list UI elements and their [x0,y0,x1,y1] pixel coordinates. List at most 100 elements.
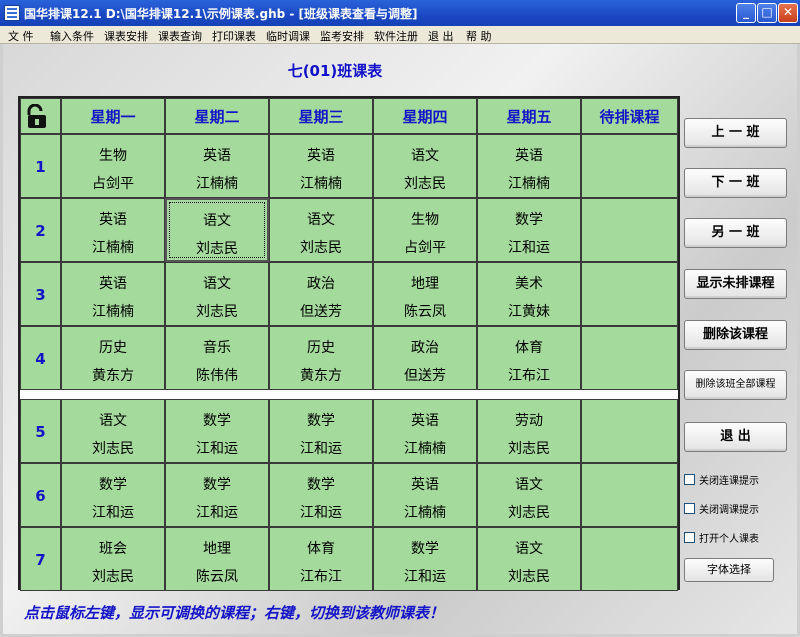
lesson-cell[interactable]: 数学 江和运 [61,463,165,527]
lesson-teacher: 江和运 [300,441,342,457]
lesson-cell[interactable]: 音乐 陈伟伟 [165,326,269,390]
lesson-cell[interactable]: 英语 江楠楠 [269,134,373,198]
lesson-cell[interactable]: 数学 江和运 [373,527,477,591]
lesson-cell[interactable]: 劳动 刘志民 [477,399,581,463]
lesson-teacher: 陈伟伟 [196,368,238,384]
lesson-cell[interactable]: 数学 江和运 [269,463,373,527]
lesson-cell[interactable]: 政治 但送芳 [269,262,373,326]
lesson-cell[interactable]: 语文 刘志民 [269,198,373,262]
lesson-cell[interactable]: 历史 黄东方 [269,326,373,390]
font-select-button[interactable]: 字体选择 [684,558,774,582]
pending-course-cell[interactable] [581,463,678,527]
lesson-cell[interactable]: 历史 黄东方 [61,326,165,390]
lesson-teacher: 刘志民 [508,441,550,457]
lesson-subject: 地理 [203,541,231,557]
lesson-cell[interactable]: 地理 陈云凤 [165,527,269,591]
lesson-subject: 体育 [515,340,543,356]
lesson-cell[interactable]: 生物 占剑平 [61,134,165,198]
lesson-cell[interactable]: 生物 占剑平 [373,198,477,262]
lesson-cell[interactable]: 语文 刘志民 [477,463,581,527]
day-header: 星期一 [61,98,165,134]
delete-course-button[interactable]: 删除该课程 [684,320,787,350]
lesson-teacher: 江楠楠 [92,240,134,256]
day-header: 星期三 [269,98,373,134]
lesson-cell[interactable]: 英语 江楠楠 [373,399,477,463]
lesson-teacher: 江和运 [196,441,238,457]
lesson-cell[interactable]: 语文 刘志民 [165,262,269,326]
day-header: 待排课程 [581,98,678,134]
lesson-subject: 英语 [99,212,127,228]
lesson-teacher: 刘志民 [300,240,342,256]
lesson-cell[interactable]: 英语 江楠楠 [61,262,165,326]
lesson-cell[interactable]: 班会 刘志民 [61,527,165,591]
lesson-subject: 数学 [203,413,231,429]
pending-course-cell[interactable] [581,134,678,198]
lesson-teacher: 江和运 [92,505,134,521]
pending-course-cell[interactable] [581,198,678,262]
lesson-cell[interactable]: 语文 刘志民 [165,198,269,262]
lesson-subject: 语文 [307,212,335,228]
lesson-cell[interactable]: 英语 江楠楠 [61,198,165,262]
menu-input-conditions[interactable]: 输入条件 [50,28,94,44]
lesson-subject: 语文 [515,477,543,493]
lock-cell[interactable] [20,98,61,134]
menu-file[interactable]: 文 件 [8,28,34,44]
lesson-cell[interactable]: 体育 江布江 [269,527,373,591]
lesson-cell[interactable]: 语文 刘志民 [61,399,165,463]
lesson-subject: 语文 [203,213,231,229]
next-class-button[interactable]: 下 一 班 [684,168,787,198]
lesson-cell[interactable]: 地理 陈云凤 [373,262,477,326]
menu-bar: 文 件 输入条件 课表安排 课表查询 打印课表 临时调课 监考安排 软件注册 退… [0,26,800,44]
minimize-button[interactable]: _ [736,3,756,23]
lesson-cell[interactable]: 政治 但送芳 [373,326,477,390]
lesson-cell[interactable]: 英语 江楠楠 [165,134,269,198]
lesson-subject: 英语 [307,148,335,164]
delete-all-courses-button[interactable]: 删除该班全部课程 [684,370,787,400]
menu-schedule-query[interactable]: 课表查询 [158,28,202,44]
close-button[interactable]: ✕ [778,3,798,23]
menu-temp-adjust[interactable]: 临时调课 [266,28,310,44]
lesson-teacher: 江黄妹 [508,304,550,320]
other-class-button[interactable]: 另 一 班 [684,218,787,248]
lesson-subject: 劳动 [515,413,543,429]
pending-course-cell[interactable] [581,527,678,591]
pending-course-cell[interactable] [581,399,678,463]
menu-schedule-arrange[interactable]: 课表安排 [104,28,148,44]
lesson-teacher: 黄东方 [300,368,342,384]
prev-class-button[interactable]: 上 一 班 [684,118,787,148]
menu-exit[interactable]: 退 出 [428,28,454,44]
lesson-teacher: 刘志民 [196,304,238,320]
pending-course-cell[interactable] [581,326,678,390]
show-unscheduled-button[interactable]: 显示未排课程 [684,269,787,299]
close-adjust-hint-checkbox[interactable]: 关闭调课提示 [684,501,794,517]
checkbox-box[interactable] [684,503,695,514]
maximize-button[interactable]: □ [757,3,777,23]
lesson-teacher: 陈云凤 [404,304,446,320]
close-consecutive-hint-checkbox[interactable]: 关闭连课提示 [684,472,794,488]
lesson-cell[interactable]: 英语 江楠楠 [477,134,581,198]
checkbox-box[interactable] [684,474,695,485]
lesson-cell[interactable]: 语文 刘志民 [477,527,581,591]
lesson-subject: 音乐 [203,340,231,356]
lesson-teacher: 江楠楠 [92,304,134,320]
menu-register[interactable]: 软件注册 [374,28,418,44]
menu-help[interactable]: 帮 助 [466,28,492,44]
menu-exam-proctor[interactable]: 监考安排 [320,28,364,44]
lesson-cell[interactable]: 英语 江楠楠 [373,463,477,527]
exit-button[interactable]: 退 出 [684,422,787,452]
lesson-cell[interactable]: 数学 江和运 [165,463,269,527]
lesson-subject: 语文 [203,276,231,292]
lesson-cell[interactable]: 数学 江和运 [477,198,581,262]
lesson-teacher: 江楠楠 [300,176,342,192]
lesson-cell[interactable]: 体育 江布江 [477,326,581,390]
lesson-cell[interactable]: 美术 江黄妹 [477,262,581,326]
menu-print-schedule[interactable]: 打印课表 [212,28,256,44]
lesson-cell[interactable]: 语文 刘志民 [373,134,477,198]
lesson-subject: 语文 [411,148,439,164]
open-personal-schedule-checkbox[interactable]: 打开个人课表 [684,530,794,546]
lesson-subject: 英语 [99,276,127,292]
lesson-cell[interactable]: 数学 江和运 [269,399,373,463]
lesson-cell[interactable]: 数学 江和运 [165,399,269,463]
pending-course-cell[interactable] [581,262,678,326]
checkbox-box[interactable] [684,532,695,543]
